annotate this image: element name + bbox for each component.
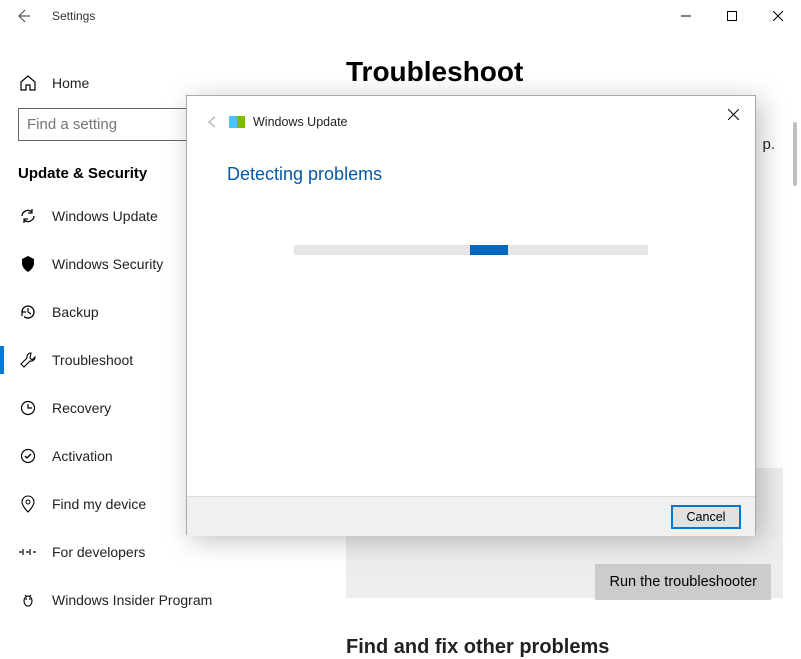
minimize-icon <box>681 11 691 21</box>
page-title: Troubleshoot <box>346 56 801 88</box>
run-troubleshooter-button[interactable]: Run the troubleshooter <box>595 564 771 600</box>
location-icon <box>18 494 38 514</box>
sidebar-home-label: Home <box>52 75 89 91</box>
section-subheader: Find and fix other problems <box>346 636 609 659</box>
sidebar-item-label: Windows Insider Program <box>52 592 212 608</box>
dialog-close-button[interactable] <box>719 102 747 126</box>
maximize-button[interactable] <box>709 0 755 32</box>
wrench-icon <box>18 350 38 370</box>
close-icon <box>728 109 739 120</box>
intro-text-fragment: p. <box>762 136 775 153</box>
sidebar-item-label: Windows Security <box>52 256 163 272</box>
sidebar-item-label: Backup <box>52 304 99 320</box>
code-icon <box>18 542 38 562</box>
window-controls <box>663 0 801 32</box>
close-icon <box>773 11 783 21</box>
home-icon <box>18 73 38 93</box>
shield-icon <box>18 254 38 274</box>
progress-bar <box>294 245 648 255</box>
history-icon <box>18 302 38 322</box>
titlebar: Settings <box>0 0 801 32</box>
progress-indicator <box>470 245 508 255</box>
sidebar-item-label: Troubleshoot <box>52 352 133 368</box>
back-button[interactable] <box>0 0 46 32</box>
bug-icon <box>18 590 38 610</box>
check-circle-icon <box>18 446 38 466</box>
arrow-left-icon <box>206 115 220 129</box>
sidebar-item-label: Find my device <box>52 496 146 512</box>
dialog-body: Windows Update Detecting problems <box>187 96 755 496</box>
troubleshooter-dialog: Windows Update Detecting problems Cancel <box>186 95 756 535</box>
sidebar-item-label: Recovery <box>52 400 111 416</box>
sidebar-item-insider[interactable]: Windows Insider Program <box>0 576 318 624</box>
sidebar-item-label: Activation <box>52 448 113 464</box>
cancel-button[interactable]: Cancel <box>671 505 741 529</box>
minimize-button[interactable] <box>663 0 709 32</box>
arrow-left-icon <box>15 8 31 24</box>
maximize-icon <box>727 11 737 21</box>
sidebar-item-label: Windows Update <box>52 208 158 224</box>
close-button[interactable] <box>755 0 801 32</box>
window-title: Settings <box>52 9 95 23</box>
dialog-footer: Cancel <box>187 496 755 536</box>
dialog-title: Windows Update <box>253 115 348 129</box>
sidebar-item-label: For developers <box>52 544 145 560</box>
scrollbar[interactable] <box>793 122 797 186</box>
dialog-back-button[interactable] <box>203 112 223 132</box>
sync-icon <box>18 206 38 226</box>
troubleshooter-flag-icon <box>229 116 245 128</box>
restore-icon <box>18 398 38 418</box>
dialog-status-text: Detecting problems <box>227 164 739 185</box>
